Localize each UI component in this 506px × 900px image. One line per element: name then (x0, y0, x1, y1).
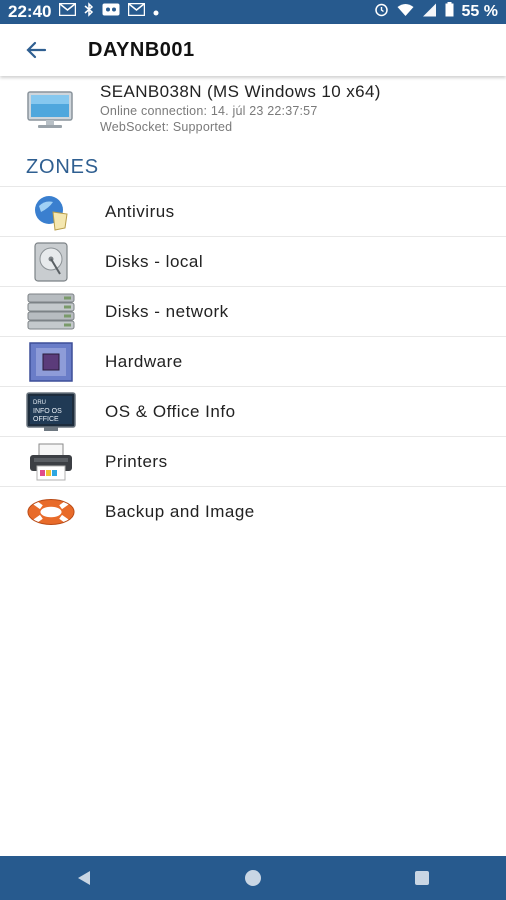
zone-label: OS & Office Info (105, 401, 236, 421)
nav-home-button[interactable] (223, 856, 283, 900)
page-title: DAYNB001 (88, 38, 195, 61)
battery-icon (445, 2, 454, 22)
hard-disk-icon (26, 241, 76, 282)
zone-label: Antivirus (105, 201, 175, 221)
zone-item-os-office-info[interactable]: DRU INFO OS OFFICE OS & Office Info (0, 386, 506, 436)
gmail-icon (128, 2, 146, 21)
nav-back-button[interactable] (54, 856, 114, 900)
zone-label: Hardware (105, 351, 183, 371)
zone-item-antivirus[interactable]: Antivirus (0, 186, 506, 236)
back-button[interactable] (6, 24, 66, 76)
status-bar: 22:40 55 % (0, 0, 506, 24)
zone-item-hardware[interactable]: Hardware (0, 336, 506, 386)
svg-text:DRU: DRU (33, 400, 46, 406)
monitor-icon (26, 90, 76, 130)
bluetooth-icon (84, 2, 94, 22)
nav-recents-button[interactable] (392, 856, 452, 900)
lifebuoy-icon (26, 492, 76, 532)
zone-label: Disks - network (105, 301, 229, 321)
zone-list: Antivirus Disks - local Disks - network … (0, 186, 506, 536)
nav-recents-icon (414, 871, 429, 885)
cpu-chip-icon (26, 341, 76, 382)
device-websocket: WebSocket: Supported (100, 120, 233, 134)
zone-label: Backup and Image (105, 501, 255, 521)
device-info: SEANB038N (MS Windows 10 x64) Online con… (0, 78, 506, 144)
nav-home-icon (244, 870, 261, 886)
voicemail-icon (102, 3, 120, 21)
wifi-icon (397, 3, 414, 22)
signal-icon (422, 3, 437, 22)
zone-item-disks-local[interactable]: Disks - local (0, 236, 506, 286)
zone-label: Disks - local (105, 251, 204, 271)
os-info-icon: DRU INFO OS OFFICE (26, 391, 76, 432)
svg-text:OFFICE: OFFICE (33, 416, 59, 423)
battery-percent: 55 % (461, 3, 498, 20)
alarm-icon (374, 2, 389, 22)
gmail-icon (59, 2, 77, 21)
antivirus-icon (26, 192, 76, 232)
nav-back-icon (78, 871, 91, 885)
status-time: 22:40 (8, 2, 52, 21)
device-connection: Online connection: 14. júl 23 22:37:57 (100, 104, 318, 118)
arrow-back-icon (26, 41, 47, 59)
app-bar: DAYNB001 (0, 24, 506, 76)
svg-text:INFO OS: INFO OS (33, 408, 62, 415)
device-name: SEANB038N (MS Windows 10 x64) (100, 82, 381, 101)
zone-item-disks-network[interactable]: Disks - network (0, 286, 506, 336)
zone-item-backup-and-image[interactable]: Backup and Image (0, 486, 506, 536)
zone-item-printers[interactable]: Printers (0, 436, 506, 486)
dot-icon (153, 3, 159, 21)
network-disks-icon (26, 292, 76, 332)
zones-heading: ZONES (26, 156, 99, 178)
zone-label: Printers (105, 451, 168, 471)
printer-icon (26, 442, 76, 482)
system-nav-bar (0, 856, 506, 900)
